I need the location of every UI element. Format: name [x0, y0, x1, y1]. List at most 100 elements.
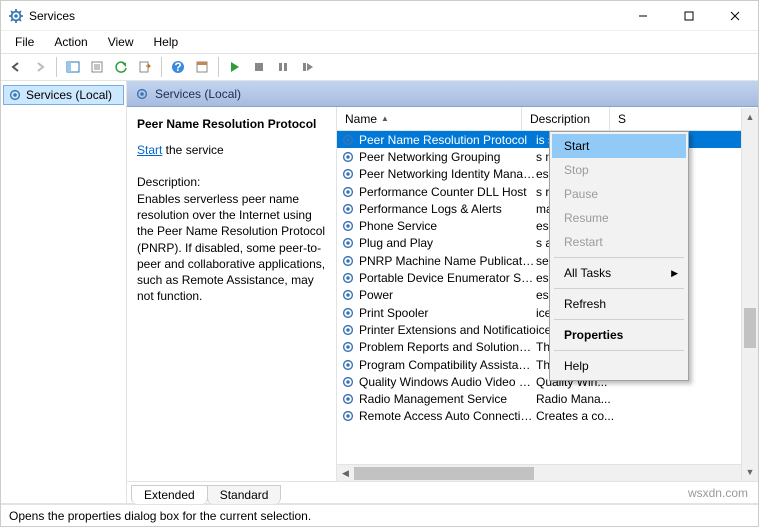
column-headers: Name ▲ Description S — [337, 107, 758, 131]
table-row[interactable]: Radio Management ServiceRadio Mana... — [337, 390, 758, 407]
properties-sheet-button[interactable] — [191, 56, 213, 78]
export-list-button[interactable] — [134, 56, 156, 78]
table-row[interactable]: Remote Access Auto Connection ManagerCre… — [337, 408, 758, 425]
scroll-left-button[interactable]: ◀ — [337, 465, 354, 482]
tree-node-services-local[interactable]: Services (Local) — [3, 85, 124, 105]
back-button[interactable] — [5, 56, 27, 78]
tab-extended[interactable]: Extended — [131, 485, 208, 504]
refresh-button[interactable] — [110, 56, 132, 78]
service-name-cell: Power — [359, 288, 536, 302]
col-header-name[interactable]: Name ▲ — [337, 107, 522, 130]
table-row[interactable]: Peer Name Resolution Protocolis serv... — [337, 131, 758, 148]
table-row[interactable]: Program Compatibility Assistant ServiceT… — [337, 356, 758, 373]
ctx-all-tasks[interactable]: All Tasks▶ — [552, 261, 686, 285]
gear-icon — [341, 323, 355, 337]
table-row[interactable]: Peer Networking Groupings mul... — [337, 148, 758, 165]
ctx-refresh[interactable]: Refresh — [552, 292, 686, 316]
gear-icon — [341, 133, 355, 147]
menu-action[interactable]: Action — [44, 33, 97, 51]
start-service-button[interactable] — [224, 56, 246, 78]
close-button[interactable] — [712, 1, 758, 31]
context-menu: Start Stop Pause Resume Restart All Task… — [549, 131, 689, 381]
ctx-pause: Pause — [552, 182, 686, 206]
show-hide-tree-button[interactable] — [62, 56, 84, 78]
services-icon — [9, 9, 23, 23]
horizontal-scrollbar[interactable]: ◀ ▶ — [337, 464, 758, 481]
maximize-button[interactable] — [666, 1, 712, 31]
gear-icon — [135, 87, 149, 101]
gear-icon — [341, 375, 355, 389]
table-row[interactable]: Performance Counter DLL Hosts rem... — [337, 183, 758, 200]
col-desc-label: Description — [530, 112, 590, 126]
forward-button[interactable] — [29, 56, 51, 78]
detail-panel: Peer Name Resolution Protocol Start the … — [127, 107, 337, 481]
ctx-help-label: Help — [564, 359, 589, 373]
help-button[interactable]: ? — [167, 56, 189, 78]
gear-icon — [341, 150, 355, 164]
ctx-help[interactable]: Help — [552, 354, 686, 378]
gear-icon — [341, 185, 355, 199]
services-list[interactable]: Peer Name Resolution Protocolis serv...P… — [337, 131, 758, 464]
table-row[interactable]: Quality Windows Audio Video ExperienceQu… — [337, 373, 758, 390]
service-desc-cell: Creates a co... — [536, 409, 624, 423]
table-row[interactable]: PNRP Machine Name Publicationservice ... — [337, 252, 758, 269]
main-header: Services (Local) — [127, 81, 758, 107]
col-header-description[interactable]: Description — [522, 107, 610, 130]
tab-standard[interactable]: Standard — [207, 485, 282, 504]
table-row[interactable]: Plug and Plays a c...R — [337, 235, 758, 252]
scroll-down-button[interactable]: ▼ — [742, 463, 758, 480]
service-name-cell: Problem Reports and Solutions Control Pa… — [359, 340, 536, 354]
ctx-stop-label: Stop — [564, 163, 589, 177]
ctx-sep-1 — [554, 257, 684, 258]
gear-icon — [341, 271, 355, 285]
ctx-restart-label: Restart — [564, 235, 603, 249]
selected-service-name: Peer Name Resolution Protocol — [137, 117, 326, 131]
menu-view[interactable]: View — [98, 33, 144, 51]
service-name-cell: Performance Counter DLL Host — [359, 185, 536, 199]
hscroll-track[interactable] — [354, 465, 741, 482]
ctx-properties-label: Properties — [564, 328, 623, 342]
ctx-sep-2 — [554, 288, 684, 289]
table-row[interactable]: Printer Extensions and Notificatioice o.… — [337, 321, 758, 338]
table-row[interactable]: Problem Reports and Solutions Control Pa… — [337, 339, 758, 356]
table-row[interactable]: Print Spoolerice c...R — [337, 304, 758, 321]
service-name-cell: Performance Logs & Alerts — [359, 202, 536, 216]
ctx-start[interactable]: Start — [552, 134, 686, 158]
table-row[interactable]: Peer Networking Identity Managees ide... — [337, 166, 758, 183]
scroll-up-button[interactable]: ▲ — [742, 108, 758, 125]
col-header-startup[interactable]: S — [610, 107, 758, 130]
titlebar: Services — [1, 1, 758, 31]
menu-file[interactable]: File — [5, 33, 44, 51]
table-row[interactable]: Poweres p...R — [337, 287, 758, 304]
service-name-cell: Print Spooler — [359, 306, 536, 320]
ctx-sep-3 — [554, 319, 684, 320]
start-line: Start the service — [137, 143, 326, 157]
ctx-properties[interactable]: Properties — [552, 323, 686, 347]
stop-service-button[interactable] — [248, 56, 270, 78]
service-name-cell: Peer Networking Identity Manage — [359, 167, 536, 181]
service-name-cell: PNRP Machine Name Publication — [359, 254, 536, 268]
ctx-restart: Restart — [552, 230, 686, 254]
services-window: Services File Action View Help ? — [0, 0, 759, 527]
services-list-pane: Name ▲ Description S Peer Name Resolutio… — [337, 107, 758, 481]
hscroll-thumb[interactable] — [354, 467, 534, 480]
statusbar: Opens the properties dialog box for the … — [1, 504, 758, 526]
minimize-button[interactable] — [620, 1, 666, 31]
table-row[interactable]: Phone Servicees th... — [337, 217, 758, 234]
scroll-thumb[interactable] — [744, 308, 756, 348]
vertical-scrollbar[interactable]: ▲ ▼ — [741, 108, 758, 480]
table-row[interactable]: Performance Logs & Alertsmanc... — [337, 200, 758, 217]
start-suffix: the service — [162, 143, 223, 157]
gear-icon — [341, 306, 355, 320]
ctx-refresh-label: Refresh — [564, 297, 606, 311]
table-row[interactable]: Portable Device Enumerator Servies gr... — [337, 269, 758, 286]
start-service-link[interactable]: Start — [137, 143, 162, 157]
menu-help[interactable]: Help — [144, 33, 189, 51]
toolbar-sep-3 — [218, 57, 219, 77]
menubar: File Action View Help — [1, 31, 758, 53]
properties-button[interactable] — [86, 56, 108, 78]
service-name-cell: Remote Access Auto Connection Manager — [359, 409, 536, 423]
pause-service-button[interactable] — [272, 56, 294, 78]
restart-service-button[interactable] — [296, 56, 318, 78]
service-name-cell: Printer Extensions and Notificatio — [359, 323, 536, 337]
